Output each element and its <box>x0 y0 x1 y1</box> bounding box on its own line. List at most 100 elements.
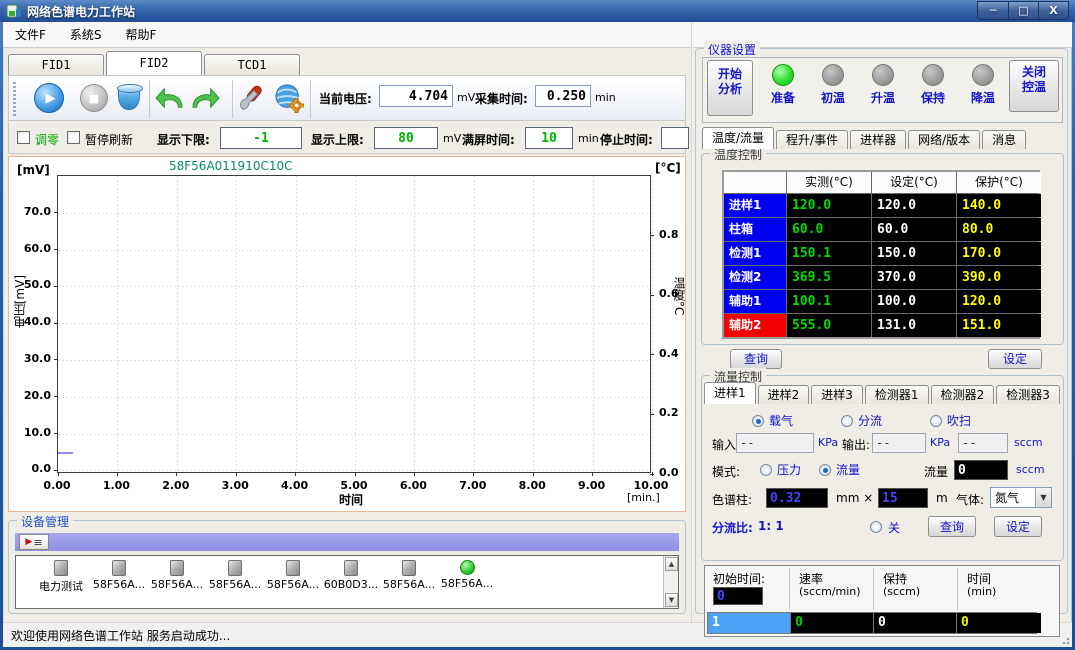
tab-messages[interactable]: 消息 <box>982 130 1026 149</box>
lower-limit-input[interactable] <box>220 127 302 149</box>
upper-limit-input[interactable] <box>374 127 438 149</box>
right-tick-mark <box>650 414 654 415</box>
start-acquisition-button[interactable]: ▶ <box>33 82 65 114</box>
temp-row-set[interactable]: 150.0 <box>872 242 956 265</box>
plot-area[interactable] <box>57 175 651 473</box>
tab-program-events[interactable]: 程升/事件 <box>776 130 848 149</box>
minimize-button[interactable]: ─ <box>978 2 1008 19</box>
y-tick-mark <box>54 286 58 287</box>
device-item[interactable]: 电力测试 <box>32 560 90 594</box>
flow-set-button[interactable]: 设定 <box>994 516 1042 537</box>
menu-bar: 文件F 系统S 帮助F <box>3 22 1072 48</box>
tab-inlet2[interactable]: 进样2 <box>758 385 810 404</box>
menu-file[interactable]: 文件F <box>3 22 58 47</box>
column-diameter-field[interactable] <box>766 488 828 508</box>
tab-tcd1[interactable]: TCD1 <box>204 54 300 75</box>
zero-checkbox[interactable] <box>17 131 30 144</box>
y-tick-label: 20.0 <box>11 389 51 402</box>
gas-dropdown[interactable]: 氮气 ▼ <box>990 487 1052 508</box>
input-pressure-field[interactable] <box>736 433 814 453</box>
device-item[interactable]: 60B0D3... <box>322 560 380 591</box>
output-pressure-field[interactable] <box>872 433 926 453</box>
menu-system[interactable]: 系统S <box>58 22 114 47</box>
maximize-button[interactable]: □ <box>1008 2 1038 19</box>
radio-carrier-gas[interactable]: 载气 <box>752 412 793 429</box>
tab-temp-flow[interactable]: 温度/流量 <box>702 127 774 149</box>
close-button[interactable]: X <box>1038 2 1068 19</box>
tab-inlet3[interactable]: 进样3 <box>811 385 863 404</box>
network-settings-button[interactable] <box>273 82 305 114</box>
title-bar[interactable]: 网络色谱电力工作站 ─ □ X <box>0 0 1075 22</box>
output-pressure-unit: KPa <box>930 436 950 449</box>
radio-purge[interactable]: 吹扫 <box>930 412 971 429</box>
tab-inlet1[interactable]: 进样1 <box>704 382 756 404</box>
device-item[interactable]: 58F56A... <box>148 560 206 591</box>
flow-query-button[interactable]: 查询 <box>928 516 976 537</box>
device-offline-icon <box>344 560 358 576</box>
stop-acquisition-button[interactable]: ■ <box>78 82 110 114</box>
ramp-table-panel: 初始时间: 速率 (sccm/min) 保持 (sccm) 时间 (min) 1… <box>704 565 1060 637</box>
scroll-up-button[interactable]: ▲ <box>665 557 678 571</box>
initial-time-field[interactable] <box>713 587 763 605</box>
tab-detector2[interactable]: 检测器2 <box>931 385 995 404</box>
temp-row-set[interactable]: 120.0 <box>872 194 956 217</box>
temp-row-protect[interactable]: 80.0 <box>957 218 1041 241</box>
temp-row-set[interactable]: 60.0 <box>872 218 956 241</box>
stop-time-input[interactable] <box>661 127 689 149</box>
tab-network-version[interactable]: 网络/版本 <box>908 130 980 149</box>
flow-measure-field[interactable] <box>958 433 1008 453</box>
temp-row-protect[interactable]: 390.0 <box>957 266 1041 289</box>
tab-fid1[interactable]: FID1 <box>8 54 104 75</box>
fullscreen-time-input[interactable] <box>525 127 573 149</box>
device-item[interactable]: 58F56A... <box>90 560 148 591</box>
radio-icon <box>930 415 942 427</box>
right-tick-label: 0.0 <box>659 466 679 479</box>
x-tick-label: 8.00 <box>519 479 546 492</box>
split-off-radio[interactable] <box>870 521 882 533</box>
clear-button[interactable] <box>113 82 145 114</box>
menu-help[interactable]: 帮助F <box>114 22 169 47</box>
tab-sampler[interactable]: 进样器 <box>850 130 906 149</box>
temp-row-set[interactable]: 370.0 <box>872 266 956 289</box>
fullscreen-time-label: 满屏时间: <box>462 131 515 148</box>
tools-button[interactable] <box>236 82 268 114</box>
toolbar-grip[interactable] <box>13 82 16 116</box>
radio-split[interactable]: 分流 <box>841 412 882 429</box>
x-tick-label: 7.00 <box>459 479 486 492</box>
temp-header-0: 实测(°C) <box>787 172 871 193</box>
undo-button[interactable] <box>153 82 185 114</box>
temp-set-button[interactable]: 设定 <box>988 349 1042 369</box>
series-title: 58F56A011910C10C <box>169 159 293 173</box>
scroll-down-button[interactable]: ▼ <box>665 593 678 607</box>
temp-row-protect[interactable]: 120.0 <box>957 290 1041 313</box>
device-item[interactable]: 58F56A... <box>438 560 496 590</box>
redo-button[interactable] <box>190 82 222 114</box>
column-length-field[interactable] <box>878 488 928 508</box>
ramp-data-row[interactable]: 1 0 0 0 <box>707 612 1037 634</box>
led-0: 准备 <box>759 64 807 106</box>
chevron-down-icon: ▼ <box>1035 488 1051 507</box>
temp-row-set[interactable]: 100.0 <box>872 290 956 313</box>
device-list-scrollbar[interactable]: ▲ ▼ <box>663 556 678 608</box>
device-item[interactable]: 58F56A... <box>380 560 438 591</box>
device-list-button[interactable]: ▶ ≡ <box>19 534 49 550</box>
temp-row-protect[interactable]: 170.0 <box>957 242 1041 265</box>
radio-pressure-mode[interactable]: 压力 <box>760 461 801 478</box>
temp-query-button[interactable]: 查询 <box>730 349 782 369</box>
close-temp-control-button[interactable]: 关闭控温 <box>1009 60 1059 112</box>
green-left-arrow-icon <box>154 85 184 111</box>
tab-detector3[interactable]: 检测器3 <box>996 385 1060 404</box>
pause-refresh-checkbox[interactable] <box>67 131 80 144</box>
device-item[interactable]: 58F56A... <box>264 560 322 591</box>
temp-row-protect[interactable]: 140.0 <box>957 194 1041 217</box>
tab-detector1[interactable]: 检测器1 <box>865 385 929 404</box>
start-analysis-button[interactable]: 开始分析 <box>707 60 753 116</box>
resize-grip[interactable] <box>1060 635 1070 645</box>
radio-flow-mode[interactable]: 流量 <box>819 461 860 478</box>
temp-row-set[interactable]: 131.0 <box>872 314 956 337</box>
temp-row-protect[interactable]: 151.0 <box>957 314 1041 337</box>
lower-limit-label: 显示下限: <box>157 131 210 148</box>
flow-set-field[interactable] <box>954 460 1008 480</box>
device-item[interactable]: 58F56A... <box>206 560 264 591</box>
tab-fid2[interactable]: FID2 <box>106 51 202 75</box>
